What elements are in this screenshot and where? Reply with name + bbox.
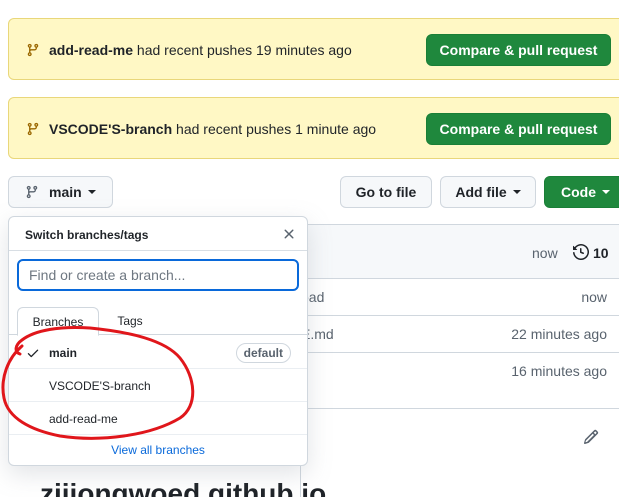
push-message: add-read-me had recent pushes 19 minutes… <box>49 42 352 58</box>
branch-name: VSCODE'S-branch <box>49 379 151 393</box>
branch-tag-tabs: Branches Tags <box>9 307 307 336</box>
go-to-file-button[interactable]: Go to file <box>340 176 432 208</box>
last-commit-time: now <box>532 245 558 261</box>
file-row: E.md 22 minutes ago <box>301 316 619 353</box>
push-message-text: had recent pushes 19 minutes ago <box>133 42 352 58</box>
push-banner-1: add-read-me had recent pushes 19 minutes… <box>8 18 619 80</box>
branch-search-input[interactable] <box>17 259 299 291</box>
branch-item-add-read-me[interactable]: add-read-me <box>9 402 307 435</box>
view-all-branches-link[interactable]: View all branches <box>9 443 307 457</box>
push-message: VSCODE'S-branch had recent pushes 1 minu… <box>49 121 376 137</box>
file-row: oad now <box>301 279 619 316</box>
file-list: now 10 oad now E.md 22 minutes ago l 16 … <box>300 224 619 409</box>
branch-name: main <box>49 346 78 360</box>
readme-box <box>300 408 619 497</box>
branch-item-main[interactable]: main default <box>9 336 307 369</box>
add-file-label: Add file <box>455 184 507 200</box>
branch-select-button[interactable]: main <box>8 176 113 208</box>
file-row: l 16 minutes ago <box>301 353 619 390</box>
code-button[interactable]: Code <box>544 176 619 208</box>
file-time: now <box>581 289 607 305</box>
git-branch-icon <box>26 185 38 199</box>
caret-down-icon <box>512 190 521 194</box>
dropdown-title: Switch branches/tags <box>25 228 149 242</box>
history-icon <box>573 244 589 260</box>
branch-item-vscodes-branch[interactable]: VSCODE'S-branch <box>9 369 307 402</box>
commit-count[interactable]: 10 <box>593 245 609 261</box>
branch-name[interactable]: add-read-me <box>49 42 133 58</box>
file-time: 16 minutes ago <box>511 363 607 379</box>
compare-pull-request-button[interactable]: Compare & pull request <box>426 34 611 66</box>
pencil-icon[interactable] <box>583 429 599 445</box>
dropdown-header: Switch branches/tags <box>9 217 307 251</box>
tab-branches[interactable]: Branches <box>17 307 99 336</box>
latest-commit-bar: now 10 <box>301 225 619 279</box>
check-icon <box>27 349 39 358</box>
default-badge: default <box>235 343 291 363</box>
add-file-button[interactable]: Add file <box>440 176 536 208</box>
branch-name[interactable]: VSCODE'S-branch <box>49 121 172 137</box>
push-banner-2: VSCODE'S-branch had recent pushes 1 minu… <box>8 97 619 159</box>
git-branch-icon <box>27 43 39 57</box>
tab-tags[interactable]: Tags <box>107 307 153 335</box>
readme-title: ziijongwoed.github.io <box>40 478 327 497</box>
branch-name: add-read-me <box>49 412 118 426</box>
caret-down-icon <box>87 190 96 194</box>
code-label: Code <box>561 184 596 200</box>
branch-switcher-dropdown: Switch branches/tags Branches Tags main … <box>8 216 308 466</box>
git-branch-icon <box>27 122 39 136</box>
caret-down-icon <box>602 190 610 194</box>
branch-select-label: main <box>49 184 82 200</box>
close-icon[interactable] <box>281 226 297 242</box>
push-message-text: had recent pushes 1 minute ago <box>172 121 377 137</box>
compare-pull-request-button[interactable]: Compare & pull request <box>426 113 611 145</box>
file-time: 22 minutes ago <box>511 326 607 342</box>
